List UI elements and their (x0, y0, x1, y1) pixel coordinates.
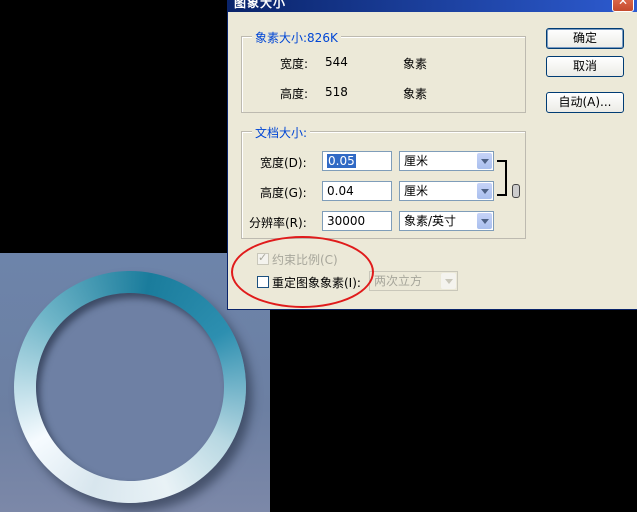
chevron-down-icon[interactable] (441, 273, 456, 289)
doc-height-value: 0.04 (327, 184, 354, 198)
doc-height-unit-value: 厘米 (404, 184, 429, 198)
doc-width-label: 宽度(D): (260, 156, 307, 170)
pixel-height-label: 高度: (280, 87, 309, 101)
resample-method-select[interactable]: 两次立方 (369, 271, 458, 291)
glass-ring-graphic (14, 271, 246, 503)
red-highlight-ellipse (231, 236, 374, 308)
pixel-dimensions-label: 象素大小:826K (252, 29, 341, 46)
chain-link-icon (512, 184, 520, 198)
auto-button[interactable]: 自动(A)... (546, 92, 624, 113)
chevron-down-icon[interactable] (477, 183, 492, 199)
pixel-width-label: 宽度: (280, 57, 309, 71)
chevron-down-icon[interactable] (477, 213, 492, 229)
dialog-title: 图象大小 (234, 0, 287, 10)
doc-height-unit-select[interactable]: 厘米 (399, 181, 494, 201)
constrain-link-bracket (497, 160, 507, 196)
resolution-unit-value: 象素/英寸 (404, 214, 457, 228)
chevron-down-icon[interactable] (477, 153, 492, 169)
close-button[interactable]: ✕ (612, 0, 634, 12)
pixel-width-unit: 象素 (403, 57, 428, 71)
close-icon: ✕ (617, 0, 629, 8)
resolution-input[interactable]: 30000 (322, 211, 392, 231)
document-size-label: 文档大小: (252, 124, 311, 141)
doc-height-input[interactable]: 0.04 (322, 181, 392, 201)
doc-width-unit-select[interactable]: 厘米 (399, 151, 494, 171)
cancel-button[interactable]: 取消 (546, 56, 624, 77)
resolution-value: 30000 (327, 214, 366, 228)
resolution-unit-select[interactable]: 象素/英寸 (399, 211, 494, 231)
doc-width-input[interactable]: 0.05 (322, 151, 392, 171)
resolution-label: 分辨率(R): (249, 216, 307, 230)
doc-width-value: 0.05 (327, 154, 356, 168)
title-bar[interactable]: 图象大小 ✕ (228, 0, 637, 12)
doc-width-unit-value: 厘米 (404, 154, 429, 168)
ok-button[interactable]: 确定 (546, 28, 624, 49)
resample-method-value: 两次立方 (374, 274, 423, 288)
pixel-height-value: 518 (325, 85, 348, 99)
doc-height-label: 高度(G): (260, 186, 307, 200)
pixel-height-unit: 象素 (403, 87, 428, 101)
pixel-width-value: 544 (325, 55, 348, 69)
